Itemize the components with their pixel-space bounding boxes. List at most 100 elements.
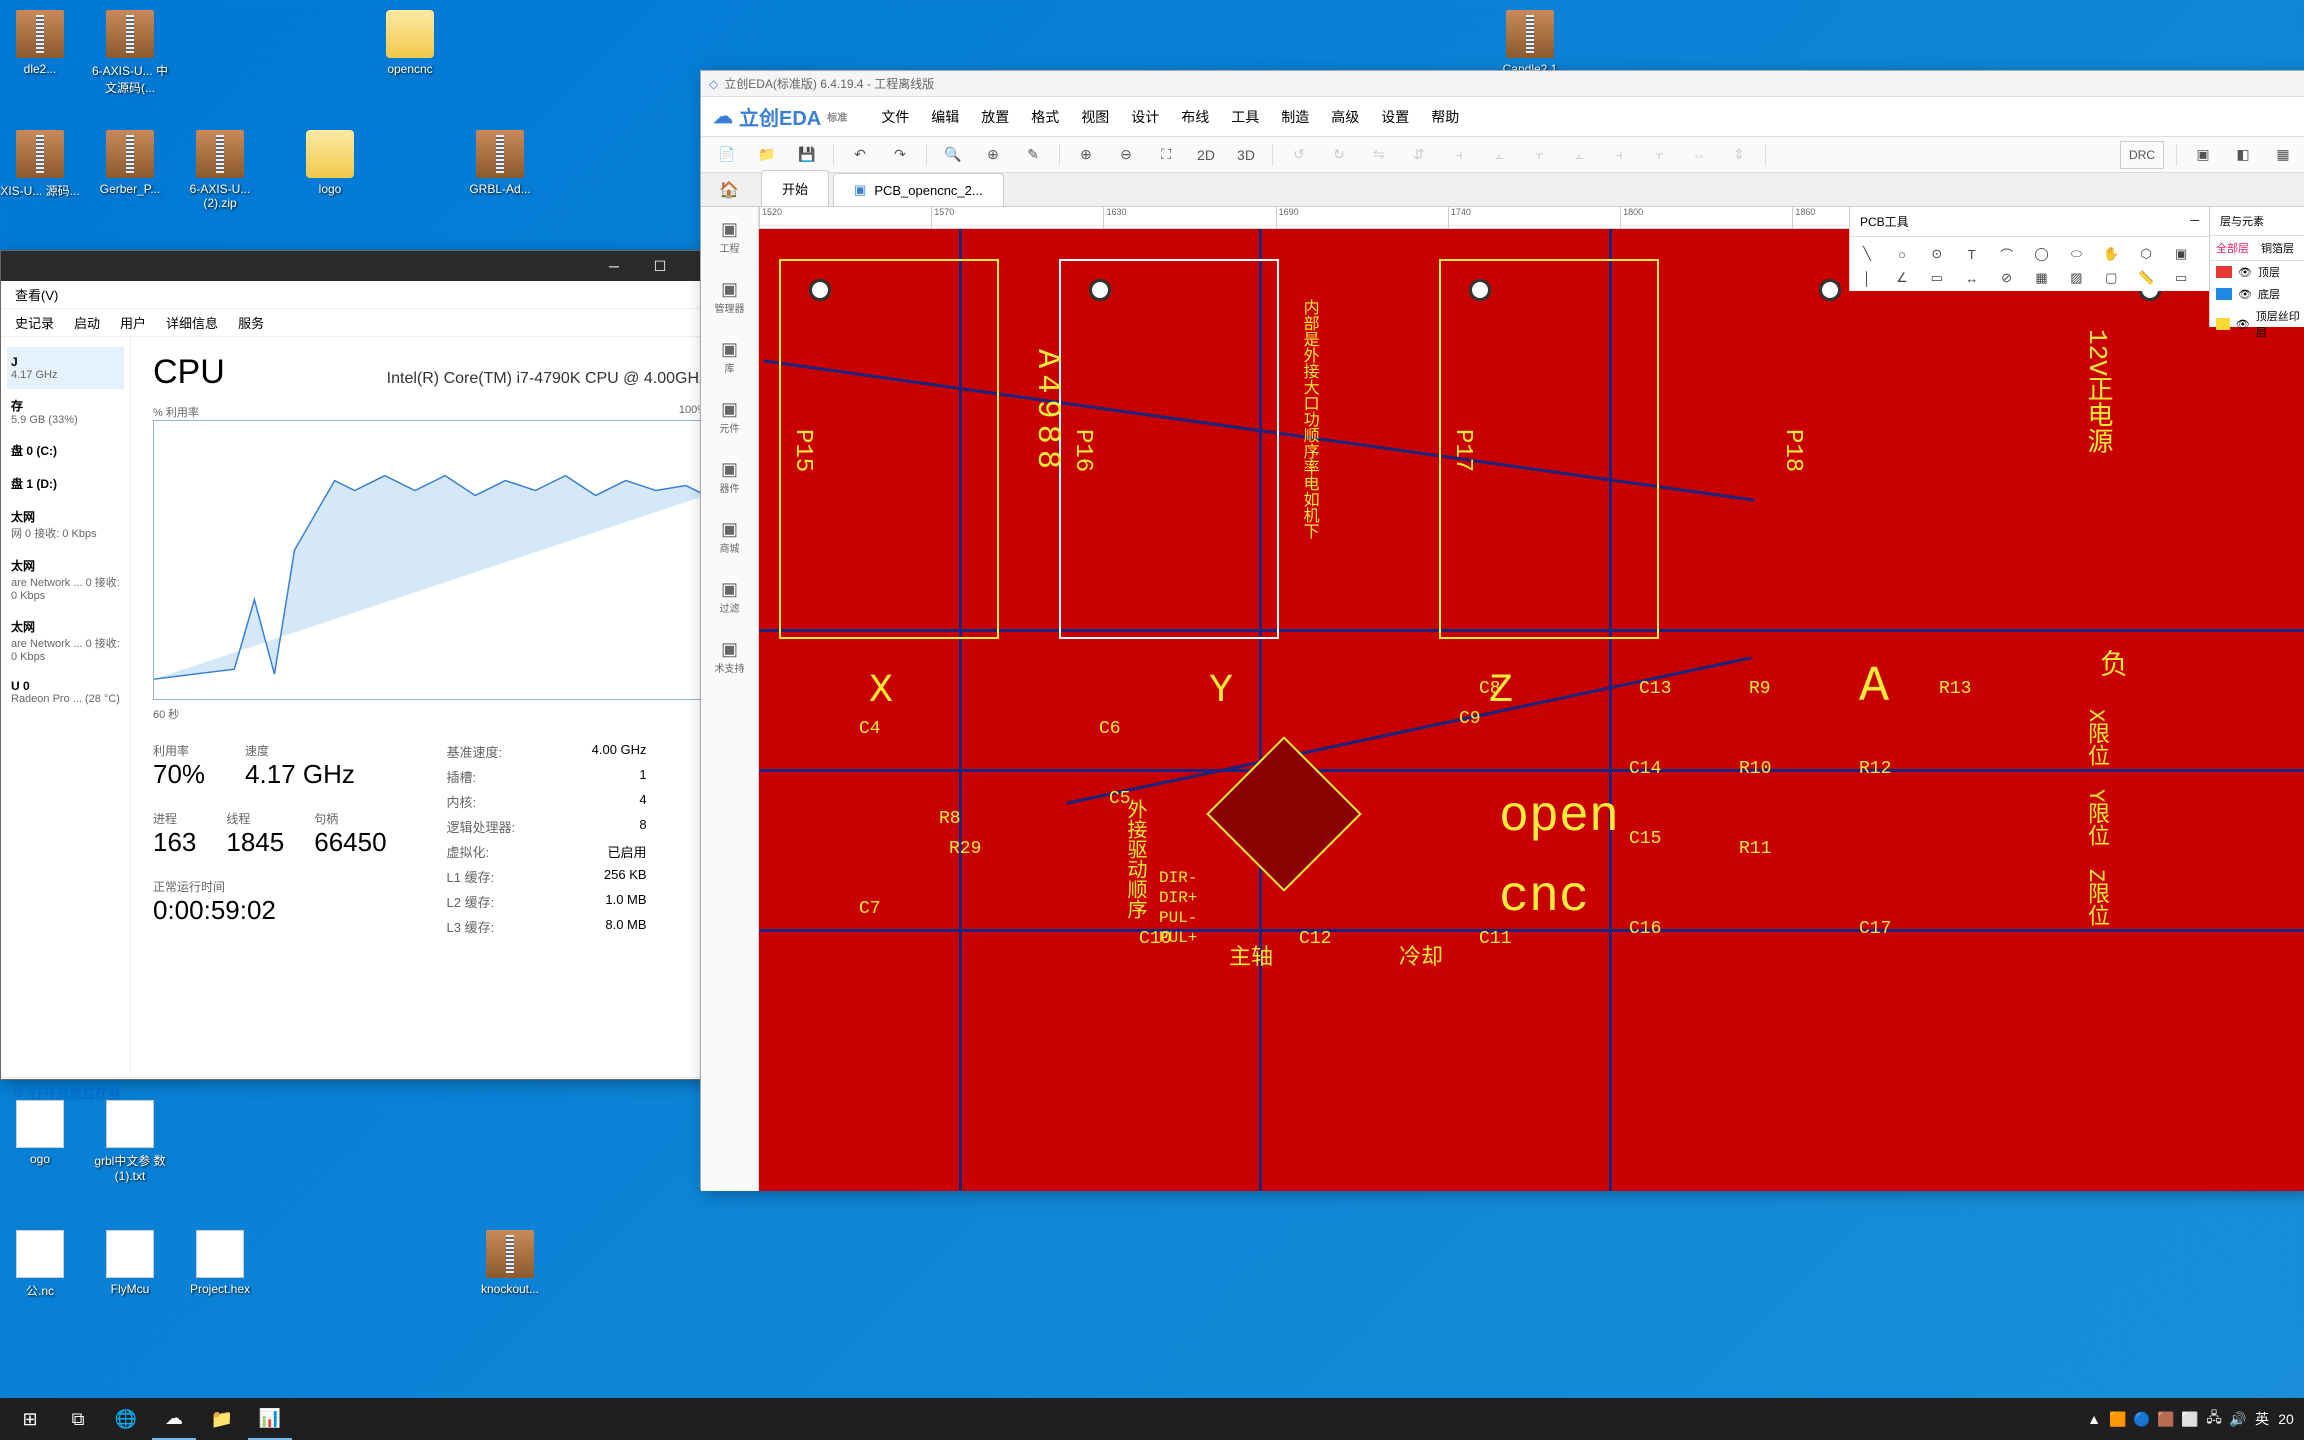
- tab-item[interactable]: 用户: [110, 309, 156, 336]
- minimize-button[interactable]: ─: [591, 251, 637, 281]
- open-icon[interactable]: 📁: [753, 141, 781, 169]
- sidebar-item[interactable]: 太网are Network ... 0 接收: 0 Kbps: [7, 549, 124, 610]
- angle-tool-icon[interactable]: ∠: [1891, 267, 1913, 289]
- rect-tool-icon[interactable]: ▭: [1926, 267, 1948, 289]
- desktop-icon[interactable]: GRBL-Ad...: [460, 130, 540, 196]
- menu-item[interactable]: 文件: [871, 101, 919, 133]
- board-tool-icon[interactable]: ▢: [2100, 267, 2122, 289]
- search-icon[interactable]: 🔍: [939, 141, 967, 169]
- gerber-icon[interactable]: ◧: [2229, 141, 2257, 169]
- align-center-icon[interactable]: ⫠: [1485, 141, 1513, 169]
- menu-item[interactable]: 格式: [1021, 101, 1069, 133]
- flip-v-icon[interactable]: ⇵: [1405, 141, 1433, 169]
- desktop-icon[interactable]: dle2...: [0, 10, 80, 76]
- arc-tool-icon[interactable]: ⌒: [1996, 243, 2018, 265]
- align-bottom-icon[interactable]: ⫟: [1645, 141, 1673, 169]
- view-2d-button[interactable]: 2D: [1192, 141, 1220, 169]
- polygon-tool-icon[interactable]: ⬡: [2135, 243, 2157, 265]
- align-top-icon[interactable]: ⫠: [1565, 141, 1593, 169]
- bom-icon[interactable]: ▦: [2269, 141, 2297, 169]
- home-tab-icon[interactable]: 🏠: [709, 177, 749, 203]
- menu-item[interactable]: 视图: [1071, 101, 1119, 133]
- tray-up-icon[interactable]: ▲: [2084, 1409, 2104, 1429]
- menu-item[interactable]: 编辑: [921, 101, 969, 133]
- menu-item[interactable]: 制造: [1271, 101, 1319, 133]
- sidebar-item[interactable]: J4.17 GHz: [7, 347, 124, 389]
- distribute-v-icon[interactable]: ⇕: [1725, 141, 1753, 169]
- track-tool-icon[interactable]: ╲: [1856, 243, 1878, 265]
- image-tool-icon[interactable]: ▣: [2170, 243, 2192, 265]
- pcb-canvas[interactable]: 152015701630169017401800186019101970: [759, 207, 2304, 1191]
- desktop-icon[interactable]: Project.hex: [180, 1230, 260, 1296]
- menu-item[interactable]: 布线: [1171, 101, 1219, 133]
- fit-icon[interactable]: ⛶: [1152, 141, 1180, 169]
- menu-item[interactable]: 设置: [1371, 101, 1419, 133]
- hole-tool-icon[interactable]: ⊘: [1996, 267, 2018, 289]
- dimension-tool-icon[interactable]: ↔: [1961, 267, 1983, 289]
- desktop-icon[interactable]: 公.nc: [0, 1230, 80, 1299]
- layer-tab-all[interactable]: 全部层: [2210, 236, 2255, 260]
- pcb-view[interactable]: X Y Z A P15 P16 P17 P18 A4988 open cnc 外…: [759, 229, 2304, 1191]
- tab-start[interactable]: 开始: [761, 170, 829, 206]
- tab-pcb[interactable]: ▣PCB_opencnc_2...: [833, 173, 1004, 206]
- sidebar-item[interactable]: 存5.9 GB (33%): [7, 389, 124, 434]
- redo-icon[interactable]: ↷: [886, 141, 914, 169]
- zoom-out-icon[interactable]: ⊖: [1112, 141, 1140, 169]
- rect-tool2-icon[interactable]: ▭: [2170, 267, 2192, 289]
- rotate-right-icon[interactable]: ↻: [1325, 141, 1353, 169]
- sidebar-button[interactable]: ▣商城: [710, 517, 750, 557]
- sidebar-button[interactable]: ▣管理器: [710, 277, 750, 317]
- new-icon[interactable]: 📄: [713, 141, 741, 169]
- menu-view[interactable]: 查看(V): [5, 281, 68, 308]
- distribute-h-icon[interactable]: ⇔: [1685, 141, 1713, 169]
- text-tool-icon[interactable]: T: [1961, 243, 1983, 265]
- align-right-icon[interactable]: ⫟: [1525, 141, 1553, 169]
- tray-clock[interactable]: 20: [2276, 1409, 2296, 1429]
- copper-tool-icon[interactable]: ▦: [2031, 267, 2053, 289]
- tray-app2-icon[interactable]: 🔵: [2132, 1409, 2152, 1429]
- desktop-icon[interactable]: Candle2.1: [1490, 10, 1570, 76]
- taskbar-taskmgr-icon[interactable]: 📊: [248, 1398, 292, 1440]
- desktop-icon[interactable]: logo: [290, 130, 370, 196]
- drc-button[interactable]: DRC: [2120, 141, 2164, 169]
- layers-panel[interactable]: 层与元素 全部层 铜箔层 👁顶层👁底层👁顶层丝印层: [2209, 207, 2304, 327]
- move-tool-icon[interactable]: ✋: [2100, 243, 2122, 265]
- tab-item[interactable]: 史记录: [5, 309, 64, 336]
- sidebar-item[interactable]: 盘 1 (D:): [7, 467, 124, 500]
- taskbar-chrome-icon[interactable]: 🌐: [104, 1398, 148, 1440]
- desktop-icon[interactable]: XIS-U... 源码...: [0, 130, 80, 199]
- keepout-tool-icon[interactable]: ▨: [2065, 267, 2087, 289]
- layer-row[interactable]: 👁顶层: [2210, 261, 2304, 283]
- highlight-icon[interactable]: ✎: [1019, 141, 1047, 169]
- align-left-icon[interactable]: ⫞: [1445, 141, 1473, 169]
- start-button[interactable]: ⊞: [8, 1398, 52, 1440]
- tab-item[interactable]: 启动: [64, 309, 110, 336]
- pad-tool-icon[interactable]: ○: [1891, 243, 1913, 265]
- desktop-icon[interactable]: 6-AXIS-U... (2).zip: [180, 130, 260, 210]
- desktop-icon[interactable]: grbl中文参 数(1).txt: [90, 1100, 170, 1183]
- maximize-button[interactable]: ☐: [637, 251, 683, 281]
- taskbar-eda-icon[interactable]: ☁: [152, 1398, 196, 1440]
- sidebar-item[interactable]: U 0Radeon Pro ... (28 °C): [7, 671, 124, 713]
- pcb-tools-panel[interactable]: PCB工具─ ╲ ○ ⊙ T ⌒ ◯ ⬭ ✋ ⬡ ▣ │ ∠ ▭ ↔ ⊘: [1849, 207, 2209, 291]
- sidebar-button[interactable]: ▣过滤: [710, 577, 750, 617]
- cross-probe-icon[interactable]: ⊕: [979, 141, 1007, 169]
- eda-window[interactable]: ◇ 立创EDA(标准版) 6.4.19.4 - 工程离线版 ☁立创EDA标准 文…: [700, 70, 2304, 1190]
- layer-tab-copper[interactable]: 铜箔层: [2255, 236, 2300, 260]
- sidebar-button[interactable]: ▣工程: [710, 217, 750, 257]
- tray-network-icon[interactable]: 🖧: [2204, 1409, 2224, 1429]
- undo-icon[interactable]: ↶: [846, 141, 874, 169]
- ellipse-tool-icon[interactable]: ⬭: [2065, 243, 2087, 265]
- titlebar[interactable]: ─ ☐ ✕: [1, 251, 729, 281]
- layer-row[interactable]: 👁底层: [2210, 283, 2304, 305]
- menu-item[interactable]: 工具: [1221, 101, 1269, 133]
- zoom-in-icon[interactable]: ⊕: [1072, 141, 1100, 169]
- flip-h-icon[interactable]: ⇋: [1365, 141, 1393, 169]
- tray-ime-icon[interactable]: 英: [2252, 1409, 2272, 1429]
- desktop-icon[interactable]: knockout...: [470, 1230, 550, 1296]
- line-tool-icon[interactable]: │: [1856, 267, 1878, 289]
- sidebar-button[interactable]: ▣元件: [710, 397, 750, 437]
- desktop-icon[interactable]: FlyMcu: [90, 1230, 170, 1296]
- taskbar[interactable]: ⊞ ⧉ 🌐 ☁ 📁 📊 ▲ 🟧 🔵 🟫 ⬜ 🖧 🔊 英 20: [0, 1398, 2304, 1440]
- ruler-tool-icon[interactable]: 📏: [2135, 267, 2157, 289]
